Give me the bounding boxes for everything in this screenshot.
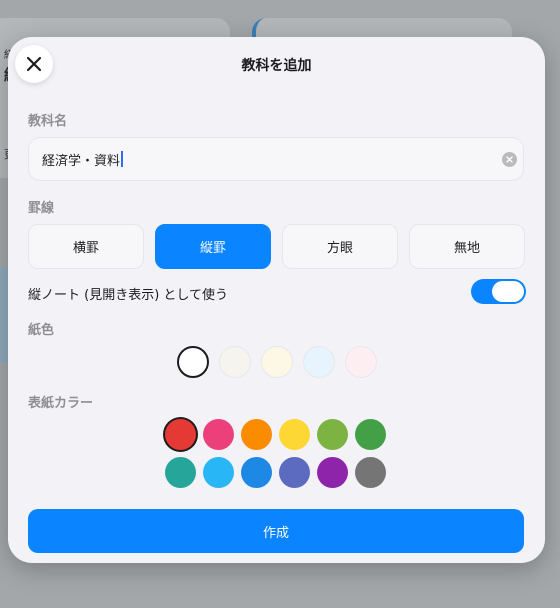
- cover-color-swatch[interactable]: [165, 419, 196, 450]
- paper-color-swatch[interactable]: [177, 346, 209, 378]
- ruling-option-vertical[interactable]: 縦罫: [155, 224, 271, 269]
- text-caret: [121, 151, 124, 167]
- ruling-label: 罫線: [28, 201, 55, 216]
- clear-button[interactable]: [502, 152, 517, 167]
- cover-color-swatch[interactable]: [355, 419, 386, 450]
- cover-color-swatch[interactable]: [241, 457, 272, 488]
- cover-color-label: 表紙カラー: [28, 396, 94, 411]
- vertical-note-toggle-label: 縦ノート (見開き表示) として使う: [28, 288, 229, 303]
- ruling-option-plain[interactable]: 無地: [409, 224, 525, 269]
- vertical-note-toggle[interactable]: [471, 279, 526, 304]
- modal-title: 教科を追加: [241, 58, 312, 74]
- ruling-segmented-control: 横罫 縦罫 方眼 無地: [28, 224, 525, 269]
- ruling-option-horizontal[interactable]: 横罫: [28, 224, 144, 269]
- subject-name-input[interactable]: 経済学・資料: [28, 137, 524, 181]
- create-button[interactable]: 作成: [28, 509, 524, 553]
- paper-color-swatch[interactable]: [261, 346, 293, 378]
- paper-color-picker: [177, 346, 377, 378]
- paper-color-swatch[interactable]: [345, 346, 377, 378]
- paper-color-swatch[interactable]: [303, 346, 335, 378]
- paper-color-swatch[interactable]: [219, 346, 251, 378]
- add-subject-modal: 教科を追加 教科名 経済学・資料 罫線 横罫 縦罫 方眼 無地 縦ノート (見開…: [8, 37, 545, 563]
- paper-color-label: 紙色: [28, 323, 55, 338]
- cover-color-swatch[interactable]: [317, 419, 348, 450]
- cover-color-swatch[interactable]: [279, 457, 310, 488]
- cover-color-swatch[interactable]: [279, 419, 310, 450]
- cover-color-swatch[interactable]: [203, 457, 234, 488]
- cover-color-picker: [165, 419, 389, 488]
- subject-name-label: 教科名: [28, 114, 68, 129]
- cover-color-swatch[interactable]: [355, 457, 386, 488]
- cover-color-swatch[interactable]: [203, 419, 234, 450]
- clear-circle-icon: [506, 156, 513, 163]
- cover-color-swatch[interactable]: [165, 457, 196, 488]
- cover-color-swatch[interactable]: [241, 419, 272, 450]
- ruling-option-grid[interactable]: 方眼: [282, 224, 398, 269]
- subject-name-value: 経済学・資料: [42, 153, 121, 169]
- cover-color-swatch[interactable]: [317, 457, 348, 488]
- toggle-knob: [492, 281, 524, 302]
